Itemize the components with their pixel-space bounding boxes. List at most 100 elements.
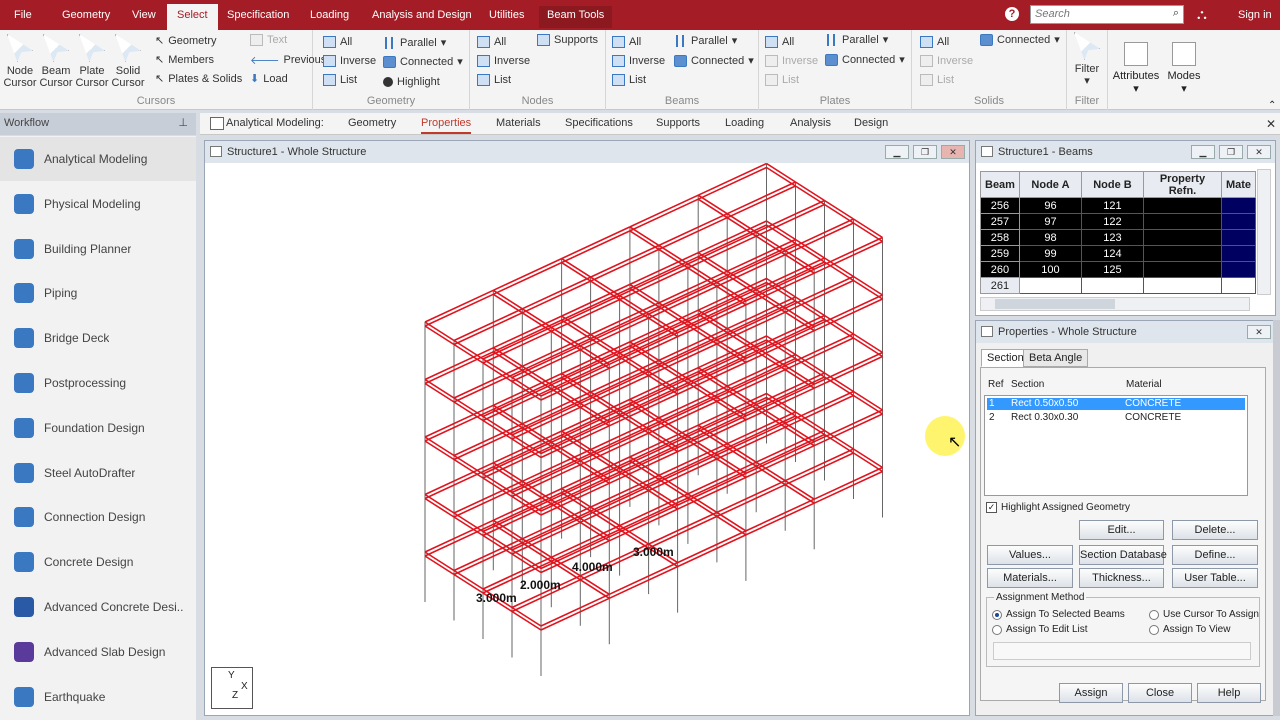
beam-line[interactable] [424,378,455,399]
restore-button[interactable]: ❐ [913,145,937,159]
vertical-scrollbar[interactable] [1257,169,1271,295]
beam-line[interactable] [629,198,699,232]
beam-line[interactable] [424,382,455,403]
close-button[interactable]: ✕ [1247,325,1271,339]
geometry-list-button[interactable]: List [323,74,357,86]
beam-line[interactable] [697,166,767,200]
menu-view[interactable]: View [132,9,156,21]
beam-line[interactable] [658,212,728,247]
table-row[interactable]: 258 98 123 [980,229,1257,246]
edit-list-field[interactable] [993,642,1251,660]
beam-line[interactable] [853,279,883,300]
table-cell[interactable] [1018,277,1082,294]
geometry-highlight-button[interactable]: Highlight [383,76,440,88]
beam-line[interactable] [521,276,591,310]
table-cell[interactable]: 259 [980,245,1020,262]
menu-geometry[interactable]: Geometry [62,9,110,21]
restore-button[interactable]: ❐ [1219,145,1243,159]
beam-line[interactable] [726,181,796,215]
beam-line[interactable] [853,275,883,296]
tab-geometry[interactable]: Geometry [348,117,396,129]
nodes-supports-button[interactable]: Supports [537,34,598,46]
workflow-item[interactable]: Earthquake [0,675,196,719]
define-button[interactable]: Define... [1172,545,1258,565]
beam-line[interactable] [453,569,484,590]
assign-selected-beams-radio[interactable]: Assign To Selected Beams [992,609,1125,620]
table-cell[interactable]: 122 [1080,213,1144,230]
workflow-item[interactable]: Connection Design [0,495,196,539]
tab-analysis[interactable]: Analysis [790,117,831,129]
beam-line[interactable] [424,321,455,342]
workflow-item[interactable]: Analytical Modeling [0,137,196,181]
load-item[interactable]: ⬇ Load [250,72,288,86]
workflow-item[interactable]: Foundation Design [0,406,196,450]
collapse-ribbon-icon[interactable]: ⌃ [1268,100,1276,111]
attributes-button[interactable]: Attributes ▾ [1111,42,1161,95]
beam-cursor-button[interactable]: Beam Cursor [39,34,73,89]
sign-in-link[interactable]: Sign in [1238,9,1272,21]
values-button[interactable]: Values... [987,545,1073,565]
beam-line[interactable] [824,433,854,454]
beam-line[interactable] [424,293,494,327]
beam-line[interactable] [795,185,825,206]
delete-button[interactable]: Delete... [1172,520,1258,540]
beam-line[interactable] [853,452,883,473]
beam-line[interactable] [424,289,494,323]
plate-cursor-button[interactable]: Plate Cursor [75,34,109,89]
geometry-connected-button[interactable]: Connected ▾ [383,55,463,68]
menu-select[interactable]: Select [167,4,218,30]
menu-analysis-design[interactable]: Analysis and Design [372,9,472,21]
node-cursor-button[interactable]: Node Cursor [3,34,37,89]
table-cell[interactable]: 261 [980,277,1020,294]
beam-line[interactable] [629,226,660,247]
section-database-button[interactable]: Section Database [1079,545,1167,565]
solids-inverse-button[interactable]: Inverse [920,55,973,67]
menu-file[interactable]: File [14,9,32,21]
beam-line[interactable] [697,163,767,196]
geometry-all-button[interactable]: All [323,36,352,48]
tab-beta-angle[interactable]: Beta Angle [1023,349,1089,367]
col-property[interactable]: Property Refn. [1142,171,1222,198]
materials-button[interactable]: Materials... [987,568,1073,588]
minimize-button[interactable]: ▁ [885,145,909,159]
tab-materials[interactable]: Materials [496,117,541,129]
beam-line[interactable] [453,454,484,475]
plates-connected-button[interactable]: Connected ▾ [825,53,905,66]
account-icon[interactable]: ⛬ [1197,6,1207,23]
table-cell[interactable] [1142,213,1222,230]
beam-line[interactable] [561,230,631,264]
table-cell[interactable]: 125 [1080,261,1144,278]
close-properties-button[interactable]: Close [1128,683,1192,703]
beam-line[interactable] [716,515,747,536]
table-cell[interactable] [1220,213,1257,230]
workflow-item[interactable]: Advanced Slab Design [0,630,196,674]
edit-button[interactable]: Edit... [1079,520,1164,540]
beam-line[interactable] [579,579,610,599]
table-cell[interactable]: 260 [980,261,1020,278]
structure-3d-view[interactable]: 3.000m4.000m2.000m3.000m [205,163,969,715]
nodes-all-button[interactable]: All [477,36,506,48]
beam-line[interactable] [853,448,883,469]
beam-line[interactable] [453,339,484,360]
highlight-checkbox[interactable]: ✓ Highlight Assigned Geometry [986,502,1130,513]
plates-parallel-button[interactable]: Parallel ▾ [825,33,888,46]
beam-line[interactable] [853,394,883,415]
beam-line[interactable] [424,551,455,572]
beam-line[interactable] [766,163,796,183]
beam-line[interactable] [492,261,562,296]
beam-line[interactable] [424,493,455,514]
beam-line[interactable] [853,333,883,354]
beam-line[interactable] [784,480,815,500]
table-cell[interactable] [1142,277,1222,294]
table-cell[interactable]: 123 [1080,229,1144,246]
table-row[interactable]: 259 99 124 [980,245,1257,262]
beam-line[interactable] [453,397,484,418]
tab-loading[interactable]: Loading [725,117,764,129]
minimize-button[interactable]: ▁ [1191,145,1215,159]
table-cell[interactable]: 100 [1018,261,1082,278]
table-cell[interactable]: 257 [980,213,1020,230]
beam-line[interactable] [629,194,699,228]
col-node-a[interactable]: Node A [1018,171,1082,198]
plates-all-button[interactable]: All [765,36,794,48]
workflow-item[interactable]: Advanced Concrete Desi... [0,585,196,629]
